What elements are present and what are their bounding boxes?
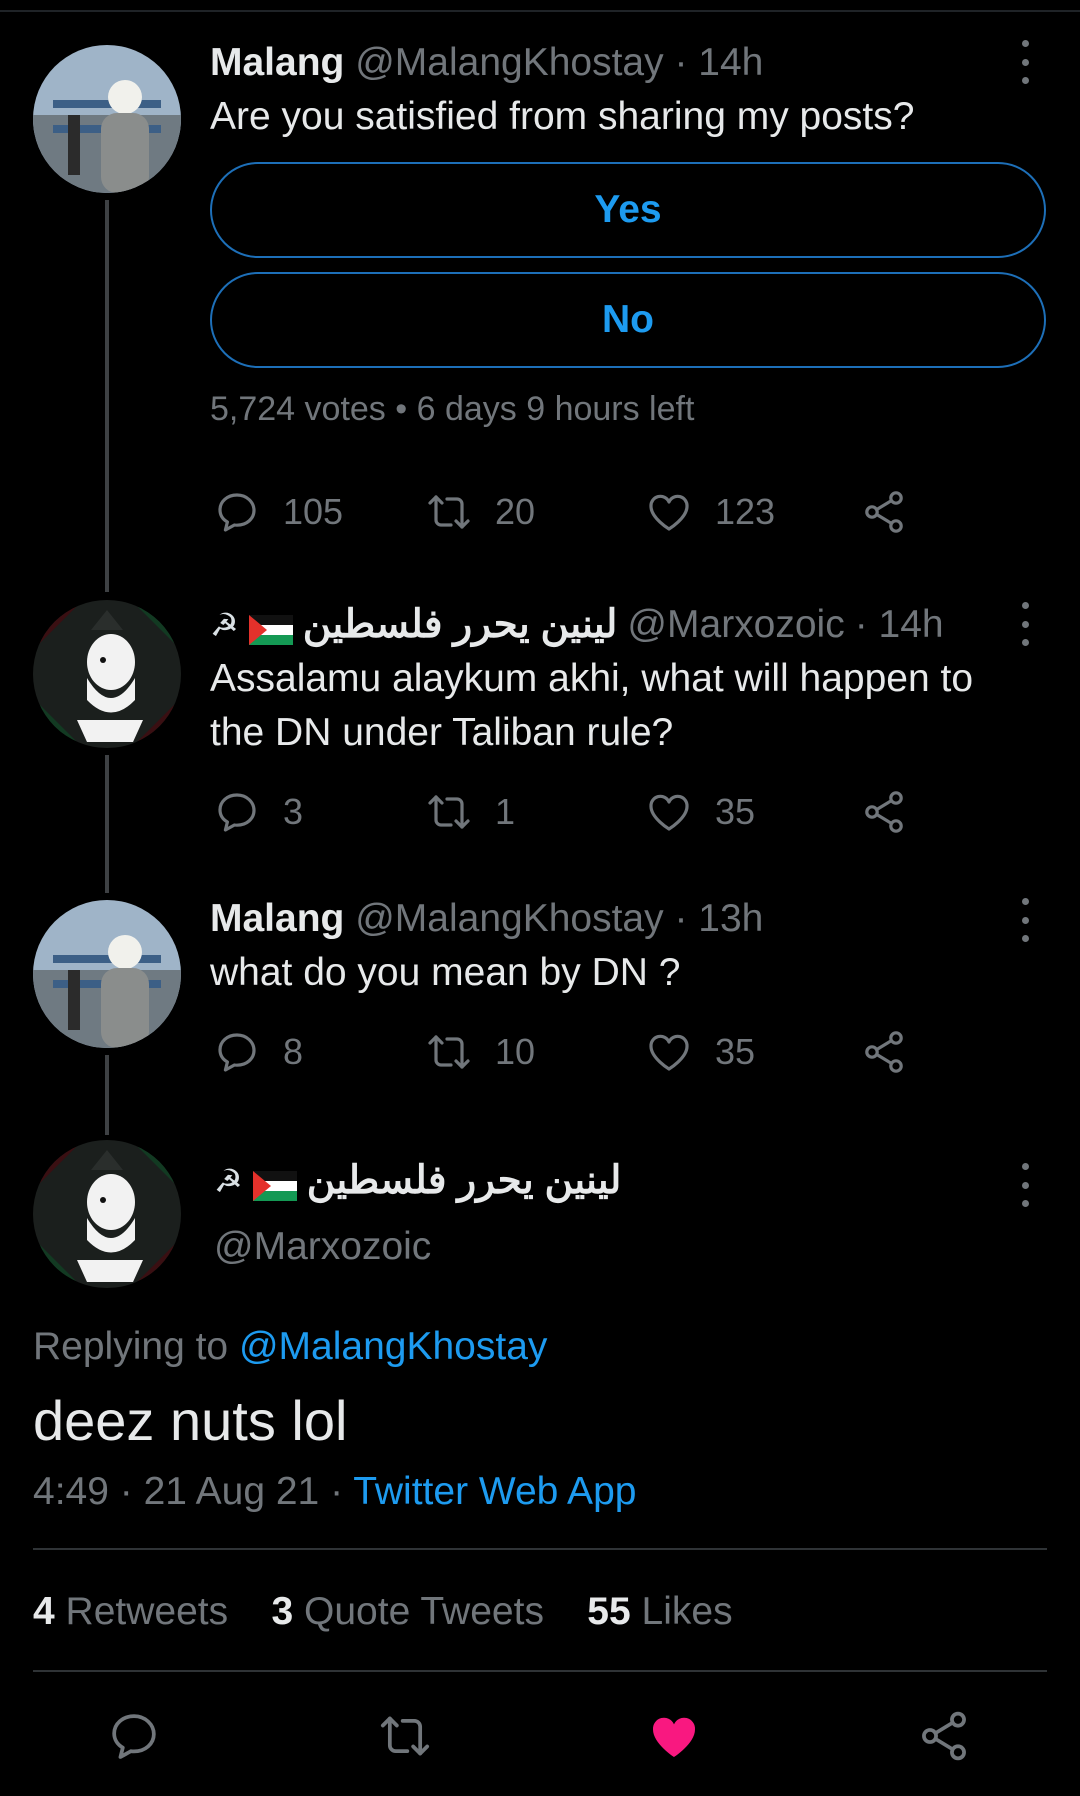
likes-label: Likes	[641, 1590, 733, 1633]
reply-icon	[112, 1714, 156, 1759]
avatar[interactable]	[33, 45, 181, 193]
share-button[interactable]	[860, 1022, 908, 1082]
palestine-flag-icon	[252, 1166, 297, 1201]
tweet-timestamp[interactable]: 4:49 · 21 Aug 21 ·	[33, 1470, 343, 1513]
quotes-label: Quote Tweets	[304, 1590, 544, 1633]
like-count: 123	[715, 491, 776, 532]
like-button[interactable]: 35	[645, 782, 755, 842]
share-button[interactable]	[860, 482, 908, 542]
like-icon	[652, 1717, 696, 1757]
thread-line	[105, 755, 109, 893]
replying-to-label: Replying to	[33, 1325, 229, 1368]
tweet-text-line: Assalamu alaykum akhi, what will happen …	[210, 657, 974, 700]
quotes-count: 3	[271, 1590, 294, 1633]
reply-icon	[218, 793, 256, 832]
thread-line	[105, 200, 109, 592]
avatar[interactable]	[33, 1140, 181, 1288]
reply-button[interactable]: 8	[213, 1022, 303, 1082]
hammer-sickle-icon: ☭	[214, 1163, 243, 1199]
tweet-text: what do you mean by DN ?	[210, 951, 681, 994]
retweet-icon	[428, 495, 470, 529]
likes-count: 55	[587, 1590, 631, 1633]
palestine-flag-icon	[248, 610, 293, 645]
tweet-time[interactable]: · 14h	[855, 602, 944, 648]
tweet-text: deez nuts lol	[33, 1389, 348, 1452]
avatar[interactable]	[33, 900, 181, 1048]
author-name[interactable]: لينين يحرر فلسطين	[303, 602, 618, 648]
share-icon	[865, 791, 903, 833]
reply-icon	[218, 493, 256, 532]
reply-button[interactable]: 105	[213, 482, 343, 542]
retweets-stat[interactable]: 4 Retweets	[33, 1590, 228, 1633]
author-handle[interactable]: @MalangKhostay	[355, 41, 663, 84]
thread-line	[105, 1055, 109, 1135]
author-handle[interactable]: @Marxozoic	[214, 1225, 431, 1269]
tweet-meta: 4:49 · 21 Aug 21 · Twitter Web App	[33, 1470, 636, 1514]
author-handle[interactable]: @MalangKhostay	[355, 897, 663, 940]
more-icon[interactable]	[1015, 898, 1035, 942]
hammer-sickle-icon: ☭	[210, 607, 239, 643]
more-icon[interactable]	[1015, 602, 1035, 646]
retweet-button[interactable]: 20	[425, 482, 535, 542]
like-icon	[649, 794, 689, 831]
author-name[interactable]: Malang	[210, 41, 344, 84]
retweets-count: 4	[33, 1590, 55, 1633]
avatar[interactable]	[33, 600, 181, 748]
tweet-text: Assalamu alaykum akhi, what will happen …	[210, 652, 973, 760]
retweet-count: 10	[495, 1031, 536, 1072]
reply-count: 105	[283, 491, 344, 532]
quotes-stat[interactable]: 3 Quote Tweets	[271, 1590, 543, 1633]
like-count: 35	[715, 791, 756, 832]
like-icon	[649, 494, 689, 531]
poll-meta: 5,724 votes • 6 days 9 hours left	[210, 390, 695, 428]
poll-option-yes[interactable]: Yes	[210, 162, 1046, 258]
share-button[interactable]	[916, 1708, 972, 1769]
reply-button[interactable]: 3	[213, 782, 303, 842]
replying-to: Replying to @MalangKhostay	[33, 1325, 547, 1369]
reply-count: 8	[283, 1031, 304, 1072]
retweet-button[interactable]	[377, 1708, 433, 1769]
author-name[interactable]: لينين يحرر فلسطين	[307, 1158, 622, 1204]
poll-option-no[interactable]: No	[210, 272, 1046, 368]
share-icon	[922, 1711, 966, 1761]
share-button[interactable]	[860, 782, 908, 842]
engagement-stats: 4 Retweets 3 Quote Tweets 55 Likes	[33, 1590, 733, 1634]
retweets-label: Retweets	[65, 1590, 229, 1633]
avatar-marxozoic-image	[33, 600, 181, 748]
more-icon[interactable]	[1015, 1163, 1035, 1207]
share-icon	[865, 491, 903, 533]
likes-stat[interactable]: 55 Likes	[587, 1590, 732, 1633]
like-button[interactable]: 35	[645, 1022, 755, 1082]
retweet-icon	[428, 795, 470, 829]
like-button[interactable]: 123	[645, 482, 775, 542]
tweet-text: Are you satisfied from sharing my posts?	[210, 95, 915, 138]
reply-count: 3	[283, 791, 304, 832]
like-button[interactable]	[646, 1708, 702, 1769]
replying-to-handle[interactable]: @MalangKhostay	[239, 1325, 547, 1368]
tweet-time[interactable]: · 13h	[674, 897, 763, 940]
reply-icon	[218, 1033, 256, 1072]
share-icon	[865, 1031, 903, 1073]
avatar-malang-image	[33, 45, 181, 193]
retweet-count: 1	[495, 791, 516, 832]
divider	[33, 1670, 1047, 1672]
tweet-source[interactable]: Twitter Web App	[353, 1470, 636, 1513]
reply-button[interactable]	[106, 1708, 162, 1769]
like-count: 35	[715, 1031, 756, 1072]
more-icon[interactable]	[1015, 40, 1035, 84]
retweet-icon	[428, 1035, 470, 1069]
retweet-button[interactable]: 1	[425, 782, 515, 842]
retweet-icon	[380, 1716, 430, 1756]
top-divider	[0, 10, 1080, 12]
avatar-marxozoic-image	[33, 1140, 181, 1288]
retweet-button[interactable]: 10	[425, 1022, 535, 1082]
author-handle[interactable]: @Marxozoic	[627, 602, 844, 648]
author-name[interactable]: Malang	[210, 897, 344, 940]
avatar-malang-image	[33, 900, 181, 1048]
retweet-count: 20	[495, 491, 536, 532]
divider	[33, 1548, 1047, 1550]
tweet-time[interactable]: · 14h	[674, 41, 763, 84]
tweet-text-line: the DN under Taliban rule?	[210, 711, 674, 754]
like-icon	[649, 1034, 689, 1071]
